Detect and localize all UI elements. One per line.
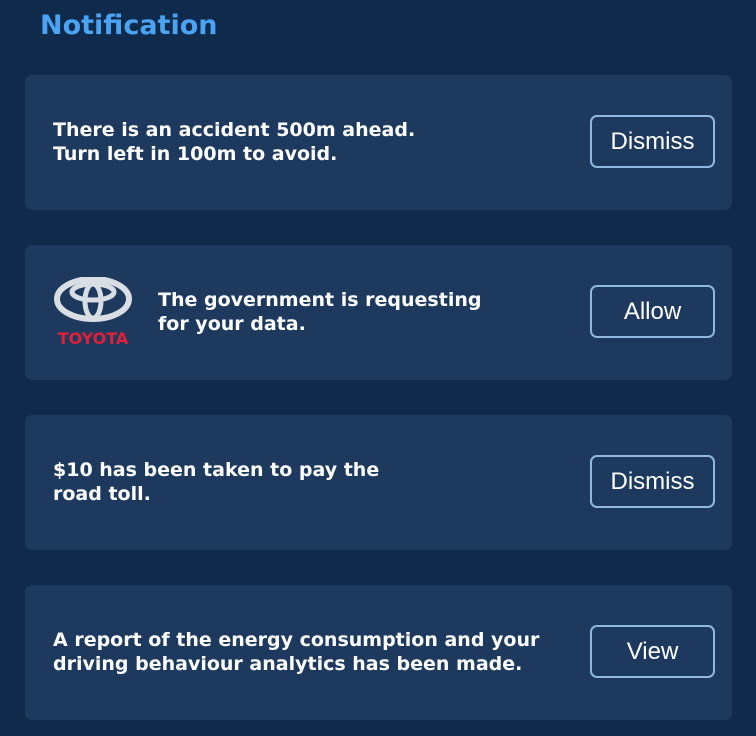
notification-card-toll: $10 has been taken to pay the road toll.… — [25, 415, 732, 550]
notification-card-accident: There is an accident 500m ahead. Turn le… — [25, 75, 732, 210]
notification-card-data-request: TOYOTA The government is requesting for … — [25, 245, 732, 380]
notification-message: $10 has been taken to pay the road toll. — [53, 459, 380, 505]
dismiss-button[interactable]: Dismiss — [590, 115, 715, 168]
toyota-logo-icon: TOYOTA — [54, 277, 132, 348]
dismiss-button[interactable]: Dismiss — [590, 455, 715, 508]
allow-button[interactable]: Allow — [590, 285, 715, 338]
page-title: Notification — [40, 10, 218, 41]
view-button[interactable]: View — [590, 625, 715, 678]
notification-message: There is an accident 500m ahead. Turn le… — [53, 119, 416, 165]
toyota-wordmark: TOYOTA — [58, 329, 129, 348]
notification-card-report: A report of the energy consumption and y… — [25, 585, 732, 720]
notification-message: A report of the energy consumption and y… — [53, 629, 540, 675]
notification-message: The government is requesting for your da… — [158, 289, 482, 335]
